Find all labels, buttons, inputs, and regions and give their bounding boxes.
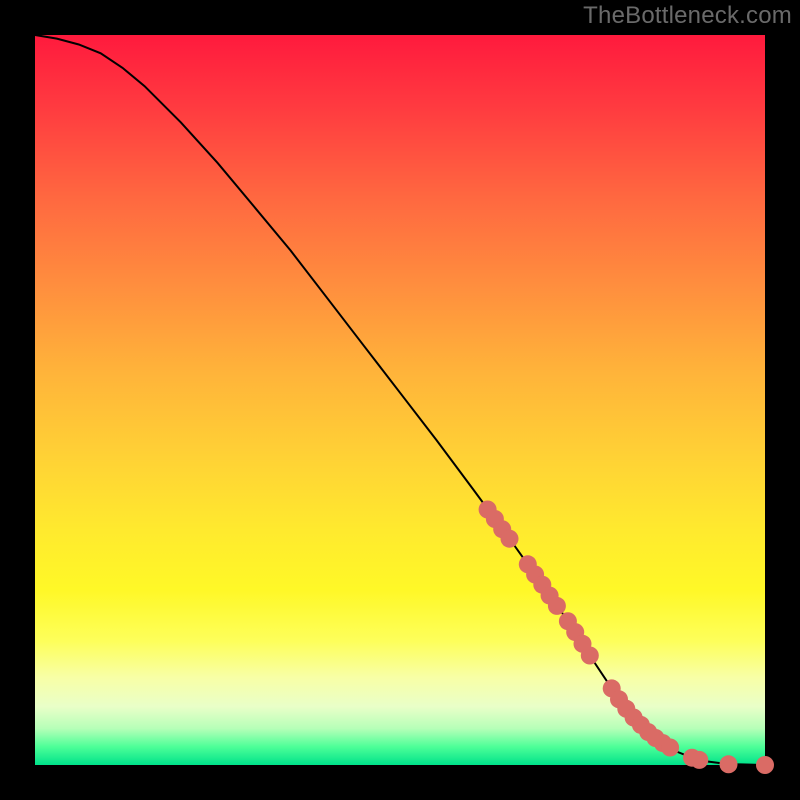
data-marker xyxy=(581,647,599,665)
data-marker xyxy=(690,751,708,769)
chart-frame: TheBottleneck.com xyxy=(0,0,800,800)
curve-line xyxy=(35,35,765,765)
data-marker xyxy=(661,739,679,757)
data-marker xyxy=(756,756,774,774)
data-marker xyxy=(501,530,519,548)
marker-group xyxy=(479,501,774,775)
chart-svg xyxy=(35,35,765,765)
attribution-label: TheBottleneck.com xyxy=(583,2,792,30)
data-marker xyxy=(548,597,566,615)
data-marker xyxy=(720,755,738,773)
plot-area xyxy=(35,35,765,765)
